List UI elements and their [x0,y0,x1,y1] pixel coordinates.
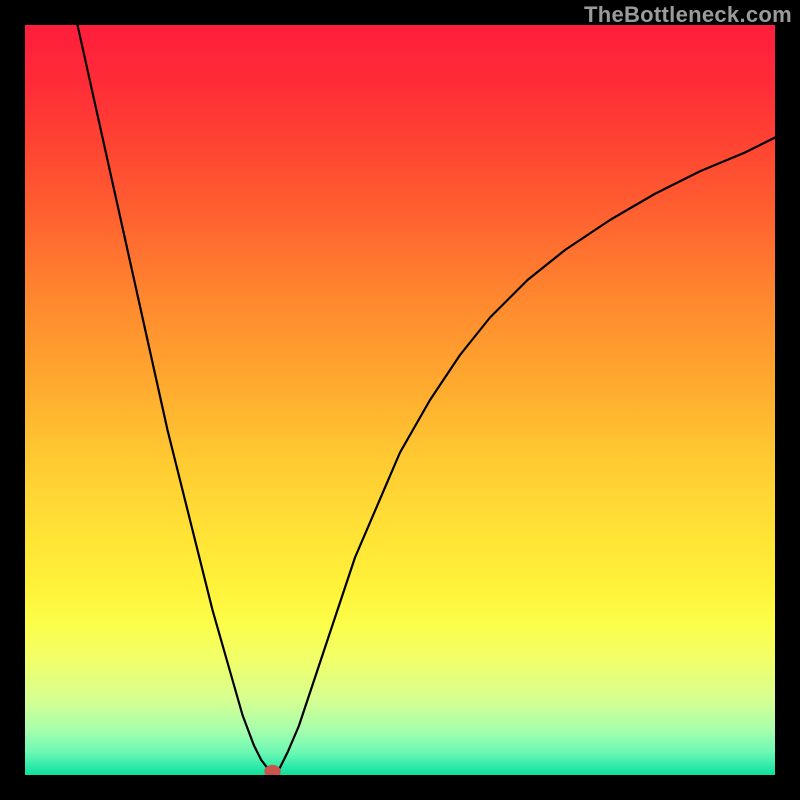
gradient-background [25,25,775,775]
chart-svg [25,25,775,775]
chart-frame: TheBottleneck.com [0,0,800,800]
plot-area [25,25,775,775]
